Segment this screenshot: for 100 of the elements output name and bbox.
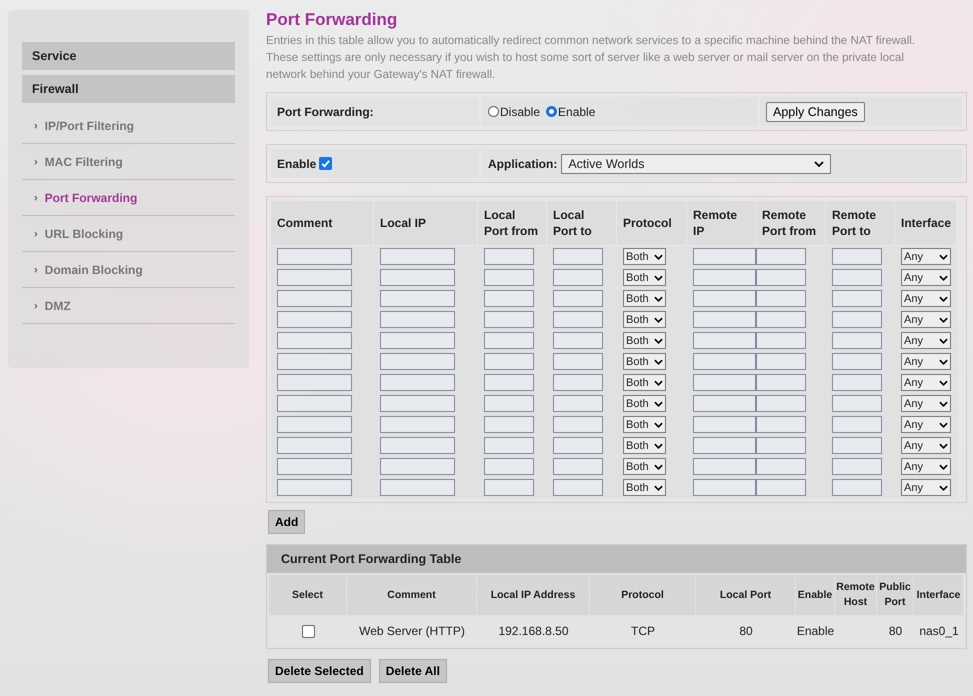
interface-dropdown[interactable]: Any: [901, 311, 951, 328]
remote-port-from-input[interactable]: [756, 353, 806, 370]
protocol-dropdown[interactable]: Both: [623, 458, 666, 475]
remote-port-to-input[interactable]: [832, 311, 882, 328]
local-ip-input[interactable]: [380, 437, 455, 454]
remote-ip-input[interactable]: [693, 353, 756, 370]
select-checkbox[interactable]: [302, 624, 314, 638]
comment-input[interactable]: [277, 248, 352, 265]
local-port-from-input[interactable]: [484, 416, 534, 433]
protocol-dropdown[interactable]: Both: [623, 374, 666, 391]
remote-port-to-input[interactable]: [832, 374, 882, 391]
local-port-to-input[interactable]: [553, 269, 603, 286]
local-port-to-input[interactable]: [553, 353, 603, 370]
remote-port-to-input[interactable]: [832, 458, 882, 475]
local-port-to-input[interactable]: [553, 395, 603, 412]
protocol-dropdown[interactable]: Both: [623, 353, 666, 370]
remote-port-to-input[interactable]: [832, 416, 882, 433]
comment-input[interactable]: [277, 395, 352, 412]
remote-port-from-input[interactable]: [756, 458, 806, 475]
sidebar-section-header[interactable]: Service: [22, 42, 235, 70]
radio-icon[interactable]: [488, 106, 499, 117]
local-port-to-input[interactable]: [553, 248, 603, 265]
comment-input[interactable]: [277, 458, 352, 475]
comment-input[interactable]: [277, 437, 352, 454]
comment-input[interactable]: [277, 269, 352, 286]
remote-port-to-input[interactable]: [832, 290, 882, 307]
interface-dropdown[interactable]: Any: [901, 416, 951, 433]
remote-ip-input[interactable]: [693, 311, 756, 328]
protocol-dropdown[interactable]: Both: [623, 311, 666, 328]
radio-icon[interactable]: [546, 106, 558, 117]
interface-dropdown[interactable]: Any: [901, 248, 951, 265]
local-port-from-input[interactable]: [484, 311, 534, 328]
comment-input[interactable]: [277, 479, 352, 496]
protocol-dropdown[interactable]: Both: [623, 395, 666, 412]
protocol-dropdown[interactable]: Both: [623, 332, 666, 349]
local-ip-input[interactable]: [380, 290, 455, 307]
local-port-from-input[interactable]: [484, 437, 534, 454]
application-dropdown[interactable]: Active Worlds: [561, 154, 832, 174]
remote-ip-input[interactable]: [693, 395, 756, 412]
protocol-dropdown[interactable]: Both: [623, 290, 666, 307]
remote-port-from-input[interactable]: [756, 332, 806, 349]
local-ip-input[interactable]: [380, 311, 455, 328]
remote-port-to-input[interactable]: [832, 269, 882, 286]
local-port-from-input[interactable]: [484, 248, 534, 265]
remote-port-to-input[interactable]: [832, 395, 882, 412]
local-port-to-input[interactable]: [553, 311, 603, 328]
local-port-from-input[interactable]: [484, 332, 534, 349]
remote-ip-input[interactable]: [693, 269, 756, 286]
remote-port-from-input[interactable]: [756, 437, 806, 454]
remote-ip-input[interactable]: [693, 248, 756, 265]
local-port-to-input[interactable]: [553, 290, 603, 307]
local-port-from-input[interactable]: [484, 458, 534, 475]
local-ip-input[interactable]: [380, 458, 455, 475]
remote-port-from-input[interactable]: [756, 248, 806, 265]
comment-input[interactable]: [277, 416, 352, 433]
interface-dropdown[interactable]: Any: [901, 437, 951, 454]
interface-dropdown[interactable]: Any: [901, 290, 951, 307]
apply-changes-button[interactable]: Apply Changes: [766, 102, 865, 122]
local-ip-input[interactable]: [380, 248, 455, 265]
local-ip-input[interactable]: [380, 374, 455, 391]
remote-port-from-input[interactable]: [756, 290, 806, 307]
protocol-dropdown[interactable]: Both: [623, 479, 666, 496]
protocol-dropdown[interactable]: Both: [623, 269, 666, 286]
remote-ip-input[interactable]: [693, 458, 756, 475]
remote-port-to-input[interactable]: [832, 479, 882, 496]
delete-button[interactable]: Delete Selected: [268, 659, 371, 683]
interface-dropdown[interactable]: Any: [901, 353, 951, 370]
local-port-from-input[interactable]: [484, 479, 534, 496]
enable-checkbox[interactable]: [319, 157, 332, 170]
local-port-to-input[interactable]: [553, 332, 603, 349]
remote-ip-input[interactable]: [693, 479, 756, 496]
interface-dropdown[interactable]: Any: [901, 332, 951, 349]
local-ip-input[interactable]: [380, 332, 455, 349]
remote-ip-input[interactable]: [693, 290, 756, 307]
add-button[interactable]: Add: [268, 510, 306, 534]
comment-input[interactable]: [277, 374, 352, 391]
sidebar-section-header[interactable]: Firewall: [22, 75, 235, 103]
protocol-dropdown[interactable]: Both: [623, 248, 666, 265]
interface-dropdown[interactable]: Any: [901, 395, 951, 412]
local-ip-input[interactable]: [380, 353, 455, 370]
local-port-from-input[interactable]: [484, 269, 534, 286]
remote-ip-input[interactable]: [693, 437, 756, 454]
local-ip-input[interactable]: [380, 269, 455, 286]
comment-input[interactable]: [277, 353, 352, 370]
delete-button[interactable]: Delete All: [378, 659, 447, 683]
remote-port-from-input[interactable]: [756, 269, 806, 286]
remote-ip-input[interactable]: [693, 332, 756, 349]
local-port-from-input[interactable]: [484, 290, 534, 307]
local-ip-input[interactable]: [380, 479, 455, 496]
local-ip-input[interactable]: [380, 395, 455, 412]
local-port-from-input[interactable]: [484, 395, 534, 412]
sidebar-item[interactable]: Port Forwarding: [44, 190, 138, 204]
remote-port-to-input[interactable]: [832, 248, 882, 265]
interface-dropdown[interactable]: Any: [901, 374, 951, 391]
protocol-dropdown[interactable]: Both: [623, 437, 666, 454]
comment-input[interactable]: [277, 332, 352, 349]
local-port-to-input[interactable]: [553, 374, 603, 391]
interface-dropdown[interactable]: Any: [901, 479, 951, 496]
radio-option[interactable]: Enable: [546, 104, 596, 118]
local-port-to-input[interactable]: [553, 458, 603, 475]
